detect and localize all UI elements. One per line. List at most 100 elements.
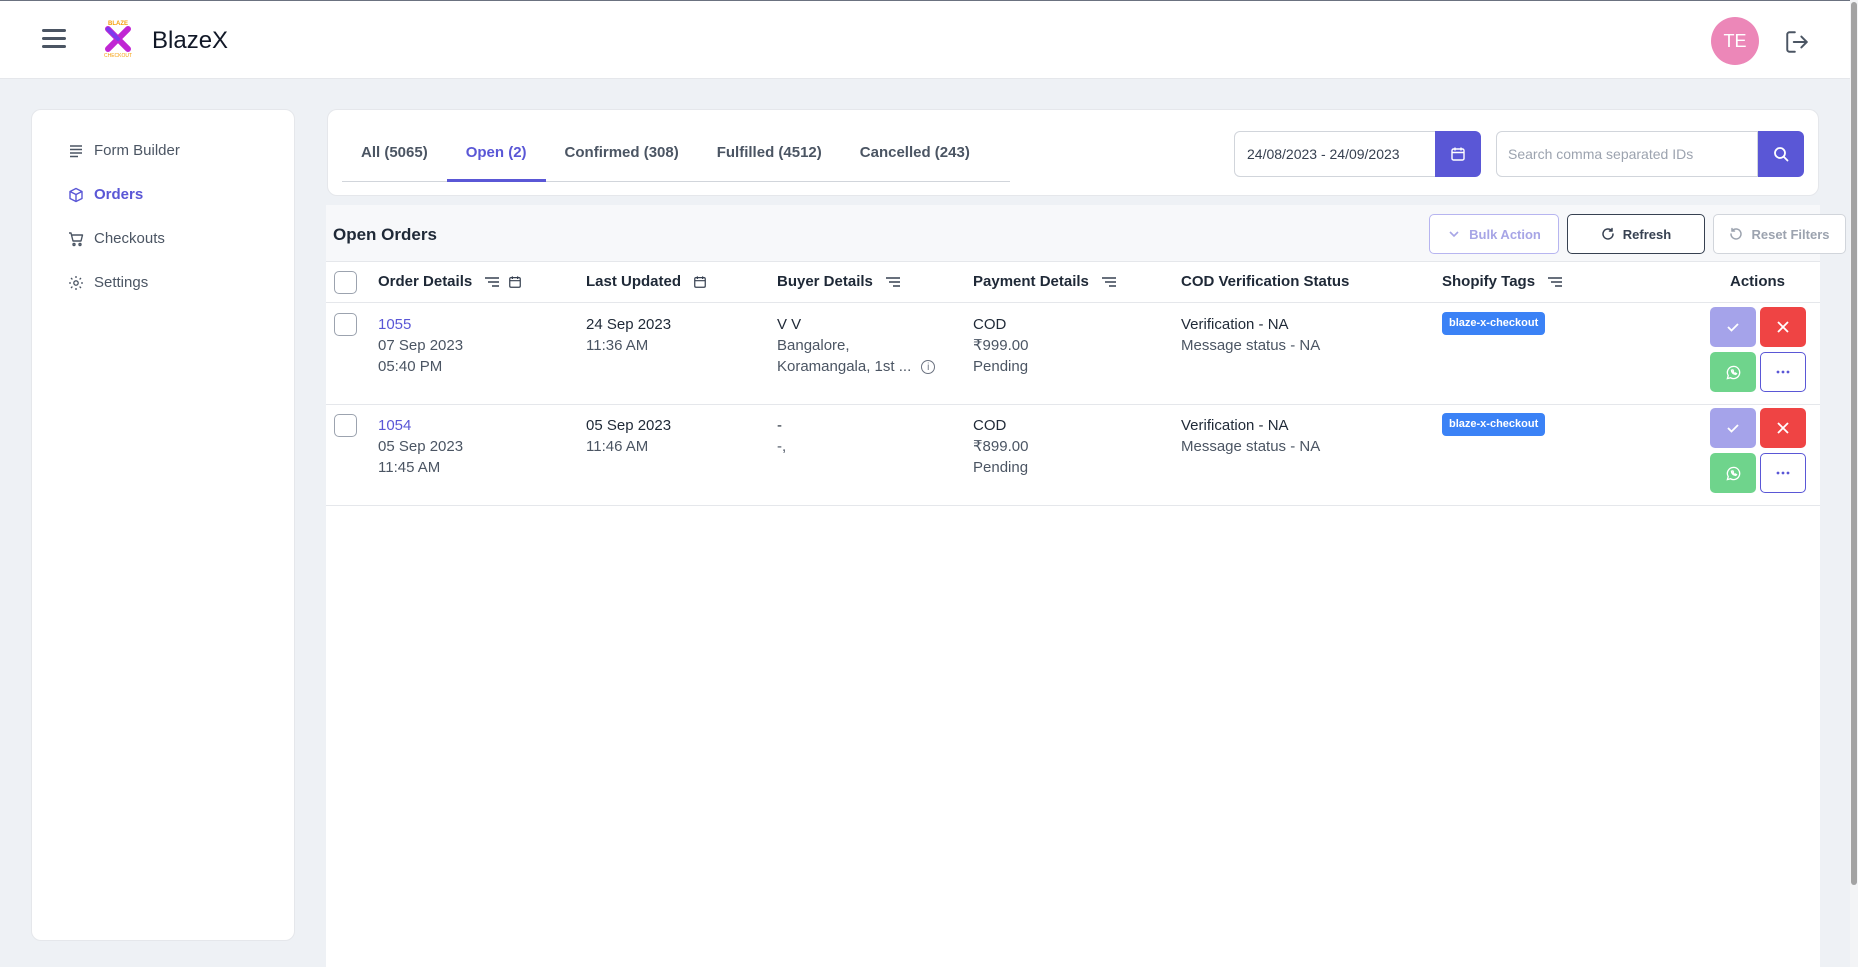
buyer-city: Bangalore, [777, 337, 850, 354]
updated-time: 11:46 AM [586, 438, 649, 455]
shopify-tag-badge: blaze-x-checkout [1442, 413, 1546, 436]
verification-status: Verification - NA [1181, 417, 1289, 434]
top-header: BLAZE CHECKOUT BlazeX TE [0, 0, 1850, 79]
logout-icon[interactable] [1784, 29, 1810, 55]
bulk-action-label: Bulk Action [1469, 226, 1541, 242]
updated-time: 11:36 AM [586, 337, 649, 354]
close-icon [1777, 422, 1789, 434]
buyer-address: Koramangala, 1st ... [777, 358, 912, 375]
payment-method: COD [973, 316, 1007, 333]
cube-icon [69, 187, 83, 202]
filter-icon[interactable] [1547, 276, 1563, 288]
whatsapp-button[interactable] [1710, 352, 1756, 392]
order-details-cell: 1054 05 Sep 2023 11:45 AM [378, 415, 463, 478]
filter-card: All (5065) Open (2) Confirmed (308) Fulf… [327, 109, 1819, 196]
reset-filters-button[interactable]: Reset Filters [1713, 214, 1846, 254]
payment-details-cell: COD ₹899.00 Pending [973, 415, 1028, 478]
refresh-icon [1602, 227, 1614, 240]
col-label: Last Updated [586, 273, 682, 290]
confirm-order-button[interactable] [1710, 307, 1756, 347]
refresh-label: Refresh [1622, 226, 1672, 242]
cart-icon [69, 231, 84, 246]
tab-cancelled[interactable]: Cancelled (243) [841, 142, 989, 182]
status-tabs: All (5065) Open (2) Confirmed (308) Fulf… [342, 142, 1010, 182]
select-all-checkbox[interactable] [334, 271, 357, 294]
col-label: Actions [1730, 273, 1786, 290]
whatsapp-icon [1725, 466, 1740, 481]
hamburger-menu-icon[interactable] [42, 29, 66, 49]
col-payment-details: Payment Details [973, 273, 1117, 290]
cancel-order-button[interactable] [1760, 408, 1806, 448]
sidebar-item-orders[interactable]: Orders [68, 186, 143, 203]
col-label: Order Details [378, 273, 473, 290]
shopify-tag-badge: blaze-x-checkout [1442, 312, 1546, 335]
cancel-order-button[interactable] [1760, 307, 1806, 347]
sidebar-item-checkouts[interactable]: Checkouts [68, 230, 165, 247]
calendar-icon[interactable] [693, 275, 707, 289]
last-updated-cell: 05 Sep 2023 11:46 AM [586, 415, 671, 457]
row-checkbox[interactable] [334, 313, 357, 336]
gear-icon [69, 275, 83, 290]
more-options-button[interactable] [1760, 453, 1806, 493]
col-buyer-details: Buyer Details [777, 273, 901, 290]
order-date: 07 Sep 2023 [378, 337, 464, 354]
order-time: 11:45 AM [378, 459, 441, 476]
brand-logo: BLAZE CHECKOUT [100, 19, 136, 59]
sidebar-item-label: Checkouts [94, 230, 165, 247]
tab-open[interactable]: Open (2) [446, 142, 546, 182]
more-horizontal-icon [1776, 471, 1790, 475]
scrollbar-thumb[interactable] [1851, 2, 1857, 885]
order-id-link[interactable]: 1054 [378, 415, 463, 436]
col-actions: Actions [1730, 273, 1785, 290]
buyer-details-cell: V V Bangalore, Koramangala, 1st ... i [777, 314, 936, 377]
more-options-button[interactable] [1760, 352, 1806, 392]
info-icon[interactable]: i [921, 360, 936, 375]
buyer-details-cell: - -, [777, 415, 786, 457]
col-label: COD Verification Status [1181, 273, 1350, 290]
svg-text:BLAZE: BLAZE [108, 21, 128, 27]
tab-all[interactable]: All (5065) [342, 142, 447, 182]
sort-icon[interactable] [484, 276, 500, 288]
filter-icon[interactable] [1101, 276, 1117, 288]
reset-icon [1730, 227, 1743, 240]
reset-filters-label: Reset Filters [1751, 226, 1830, 242]
chevron-down-icon [1449, 231, 1459, 238]
close-icon [1777, 321, 1789, 333]
user-avatar[interactable]: TE [1711, 17, 1759, 65]
payment-amount: ₹999.00 [973, 337, 1029, 354]
table-row: 1055 07 Sep 2023 05:40 PM 24 Sep 2023 11… [326, 304, 1820, 405]
order-date: 05 Sep 2023 [378, 438, 464, 455]
order-id-link[interactable]: 1055 [378, 314, 463, 335]
bulk-action-button[interactable]: Bulk Action [1429, 214, 1559, 254]
search-input[interactable] [1496, 131, 1758, 177]
sidebar: Form Builder Orders Checkouts Settings [31, 109, 295, 941]
date-range-field[interactable]: 24/08/2023 - 24/09/2023 [1234, 131, 1436, 177]
calendar-button[interactable] [1435, 131, 1481, 177]
updated-date: 24 Sep 2023 [586, 316, 672, 333]
col-cod-status: COD Verification Status [1181, 273, 1349, 290]
svg-text:CHECKOUT: CHECKOUT [104, 53, 132, 59]
tab-confirmed[interactable]: Confirmed (308) [546, 142, 698, 182]
calendar-icon [1451, 147, 1465, 161]
sidebar-item-label: Settings [94, 274, 149, 291]
sidebar-item-settings[interactable]: Settings [68, 274, 148, 291]
whatsapp-button[interactable] [1710, 453, 1756, 493]
order-details-cell: 1055 07 Sep 2023 05:40 PM [378, 314, 463, 377]
payment-status: Pending [973, 459, 1029, 476]
search-button[interactable] [1758, 131, 1804, 177]
whatsapp-icon [1725, 365, 1740, 380]
calendar-icon[interactable] [508, 275, 522, 289]
sidebar-item-form-builder[interactable]: Form Builder [68, 142, 180, 159]
cod-status-cell: Verification - NA Message status - NA [1181, 314, 1320, 356]
cod-status-cell: Verification - NA Message status - NA [1181, 415, 1320, 457]
confirm-order-button[interactable] [1710, 408, 1756, 448]
buyer-city: -, [777, 438, 787, 455]
filter-icon[interactable] [885, 276, 901, 288]
row-checkbox[interactable] [334, 414, 357, 437]
tab-fulfilled[interactable]: Fulfilled (4512) [698, 142, 841, 182]
more-horizontal-icon [1776, 370, 1790, 374]
refresh-button[interactable]: Refresh [1567, 214, 1705, 254]
sidebar-item-label: Orders [94, 186, 144, 203]
panel-header: Open Orders Bulk Action Refresh Reset Fi… [326, 205, 1846, 262]
buyer-name: - [777, 417, 782, 434]
